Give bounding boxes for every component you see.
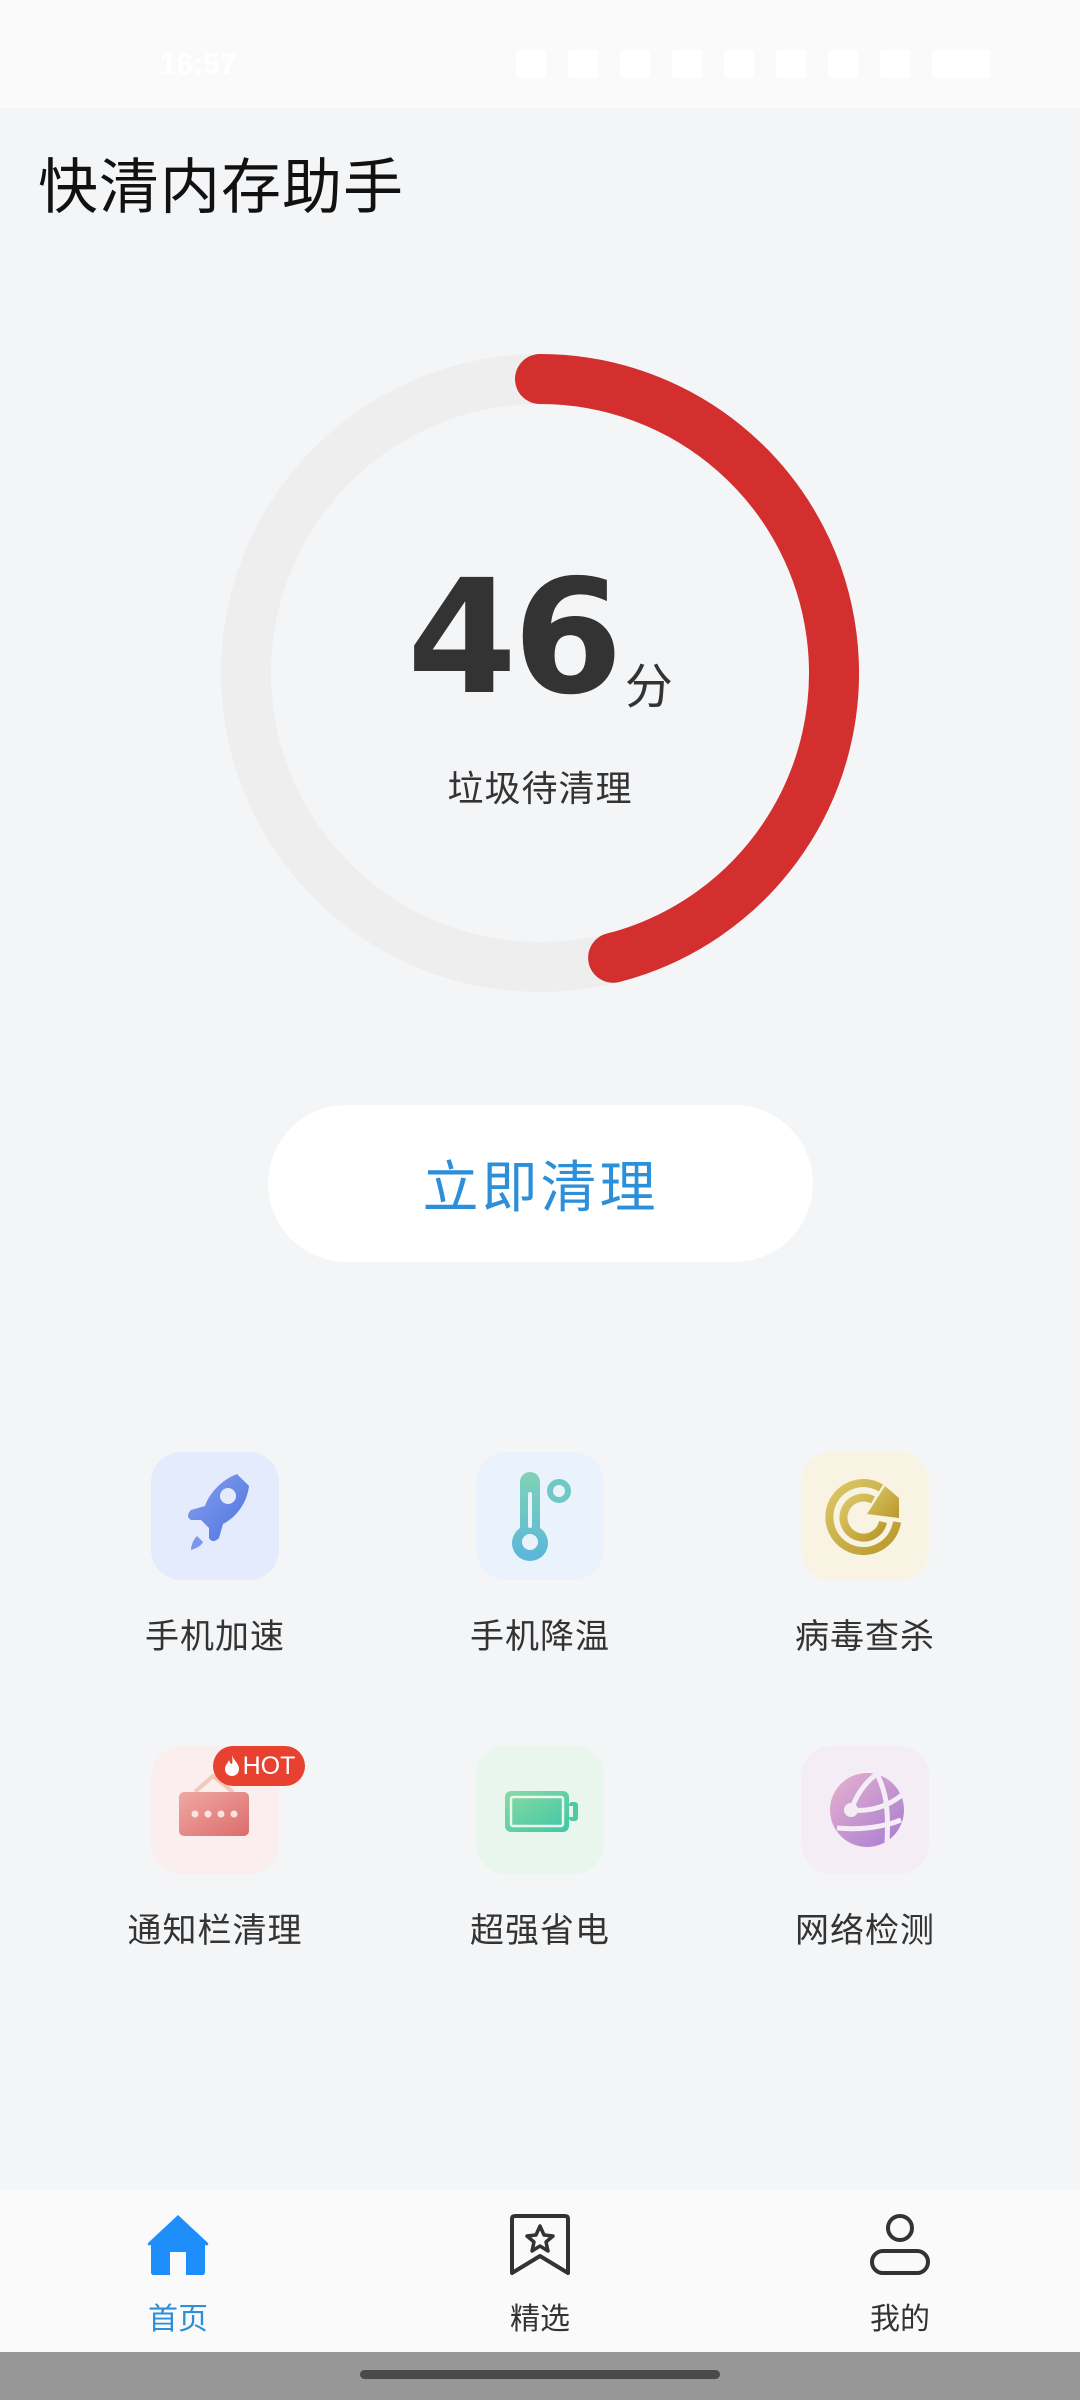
tool-cool-down[interactable]: 手机降温	[410, 1452, 670, 1657]
tool-speed-up[interactable]: 手机加速	[85, 1452, 345, 1657]
tool-label: 通知栏清理	[127, 1911, 303, 1951]
bookmark-star-icon	[510, 2214, 570, 2275]
nav-item-featured[interactable]: 精选	[440, 2190, 640, 2352]
tool-network-check[interactable]: 网络检测	[735, 1746, 995, 1951]
home-gesture-handle[interactable]	[360, 2370, 720, 2379]
flame-icon	[224, 1755, 239, 1776]
gesture-bar-area	[0, 2352, 1080, 2400]
score-value: 46	[407, 546, 623, 730]
signal-icon-2	[880, 50, 910, 78]
bluetooth-icon	[620, 50, 650, 78]
nfc-icon	[672, 50, 702, 78]
signal-icon	[828, 50, 858, 78]
tool-label: 手机加速	[145, 1617, 285, 1657]
battery-saver-icon	[776, 50, 806, 78]
tool-icon-bg	[476, 1452, 604, 1580]
nav-label: 首页	[148, 2302, 208, 2337]
globe-network-icon	[830, 1771, 905, 1847]
score-unit: 分	[624, 659, 673, 715]
status-bar: 16:57	[0, 0, 1080, 108]
home-icon	[147, 2215, 209, 2275]
tool-power-save[interactable]: 超强省电	[410, 1746, 670, 1951]
bottom-nav: 首页 精选 我的	[0, 2190, 1080, 2352]
tool-label: 超强省电	[470, 1911, 610, 1951]
tool-label: 病毒查杀	[795, 1617, 935, 1657]
tool-label: 网络检测	[795, 1911, 935, 1951]
nav-label: 我的	[870, 2302, 930, 2337]
battery-icon	[932, 50, 990, 78]
score-display: 46 分	[215, 558, 865, 718]
battery-icon	[505, 1791, 578, 1832]
notification-icon	[516, 50, 546, 78]
alarm-icon	[568, 50, 598, 78]
nav-item-home[interactable]: 首页	[78, 2190, 278, 2352]
status-icons	[516, 50, 990, 78]
score-caption: 垃圾待清理	[447, 769, 633, 810]
page-title: 快清内存助手	[38, 153, 404, 223]
tool-icon-bg	[151, 1452, 279, 1580]
tool-label: 手机降温	[470, 1617, 610, 1657]
tool-icon-bg	[801, 1452, 929, 1580]
tool-antivirus[interactable]: 病毒查杀	[735, 1452, 995, 1657]
user-icon	[870, 2214, 930, 2275]
clean-now-button[interactable]: 立即清理	[268, 1105, 813, 1262]
tool-icon-bg	[801, 1746, 929, 1874]
rocket-icon	[188, 1474, 249, 1550]
hot-badge-label: HOT	[242, 1752, 296, 1780]
wifi-icon	[724, 50, 754, 78]
thermometer-icon	[512, 1472, 571, 1561]
tool-icon-bg	[476, 1746, 604, 1874]
nav-label: 精选	[510, 2302, 570, 2337]
score-gauge: 46 分 垃圾待清理	[215, 348, 865, 998]
status-time: 16:57	[160, 48, 237, 81]
nav-item-mine[interactable]: 我的	[800, 2190, 1000, 2352]
hot-badge: HOT	[213, 1746, 305, 1786]
virus-scan-icon	[825, 1479, 901, 1556]
tool-notification-clean[interactable]: HOT 通知栏清理	[85, 1746, 345, 1951]
